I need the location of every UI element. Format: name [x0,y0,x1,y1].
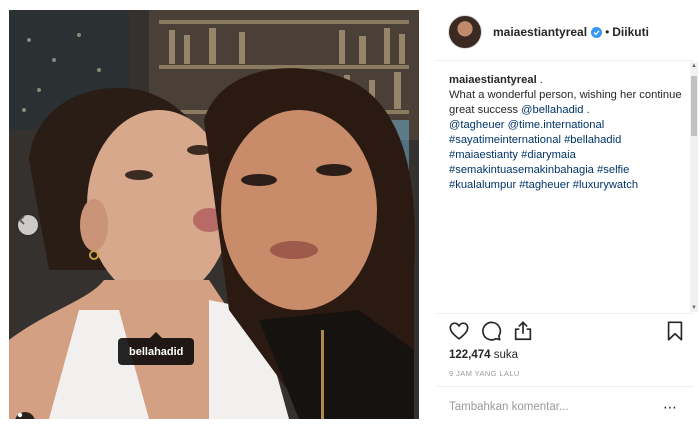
hashtag-link[interactable]: #kualalumpur [449,179,516,191]
more-options-icon[interactable]: ⋯ [663,399,678,416]
caption-lead: . [536,74,543,86]
post-side-panel: maiaestiantyreal • Diikuti maiaestiantyr… [436,0,700,429]
mention-link[interactable]: @time.international [508,119,605,131]
header-username[interactable]: maiaestiantyreal [493,25,587,39]
caption-sep: . [583,104,590,116]
chevron-left-icon [18,215,25,225]
post-header: maiaestiantyreal • Diikuti [436,10,700,54]
hashtag-link[interactable]: #tagheuer [519,179,569,191]
hashtag-link[interactable]: #sayatimeinternational [449,134,561,146]
action-bar [448,320,686,344]
like-count[interactable]: 122,474 suka [449,349,518,361]
mention-link[interactable]: @tagheuer [449,119,505,131]
user-tag-icon [17,412,23,418]
divider [436,386,694,387]
photo-image [9,10,419,419]
user-tag-label[interactable]: bellahadid [118,332,195,365]
post-timestamp[interactable]: 9 JAM YANG LALU [449,369,520,378]
comment-icon[interactable] [480,320,502,342]
hashtag-link[interactable]: #selfie [597,164,629,176]
divider [436,313,694,314]
hashtag-link[interactable]: #diarymaia [521,149,576,161]
comment-input[interactable] [449,396,669,418]
scroll-down-arrow-icon[interactable]: ▼ [690,304,698,312]
hashtag-link[interactable]: #bellahadid [564,134,621,146]
user-tag-text: bellahadid [129,345,184,358]
post-caption: maiaestiantyreal . What a wonderful pers… [449,73,687,193]
like-count-number: 122,474 [449,349,491,361]
post-photo[interactable]: bellahadid [9,10,419,419]
caption-scrollbar[interactable]: ▲ ▼ [690,62,698,312]
like-count-word: suka [490,349,519,361]
caption-username[interactable]: maiaestiantyreal [449,74,537,86]
mention-link[interactable]: @bellahadid [521,104,583,116]
verified-badge-icon [591,26,603,38]
hashtag-link[interactable]: #semakintuasemakinbahagia [449,164,594,176]
hashtag-link[interactable]: #maiaestianty [449,149,518,161]
bookmark-icon[interactable] [664,320,686,342]
header-bullet: • [605,25,610,39]
scroll-up-arrow-icon[interactable]: ▲ [690,62,698,70]
hashtag-link[interactable]: #luxurywatch [573,179,638,191]
divider [436,60,694,61]
following-button[interactable]: Diikuti [612,25,649,39]
heart-icon[interactable] [448,320,470,342]
avatar[interactable] [448,15,482,49]
carousel-prev-button[interactable] [18,215,38,235]
share-icon[interactable] [512,320,534,342]
scroll-thumb[interactable] [691,76,697,136]
